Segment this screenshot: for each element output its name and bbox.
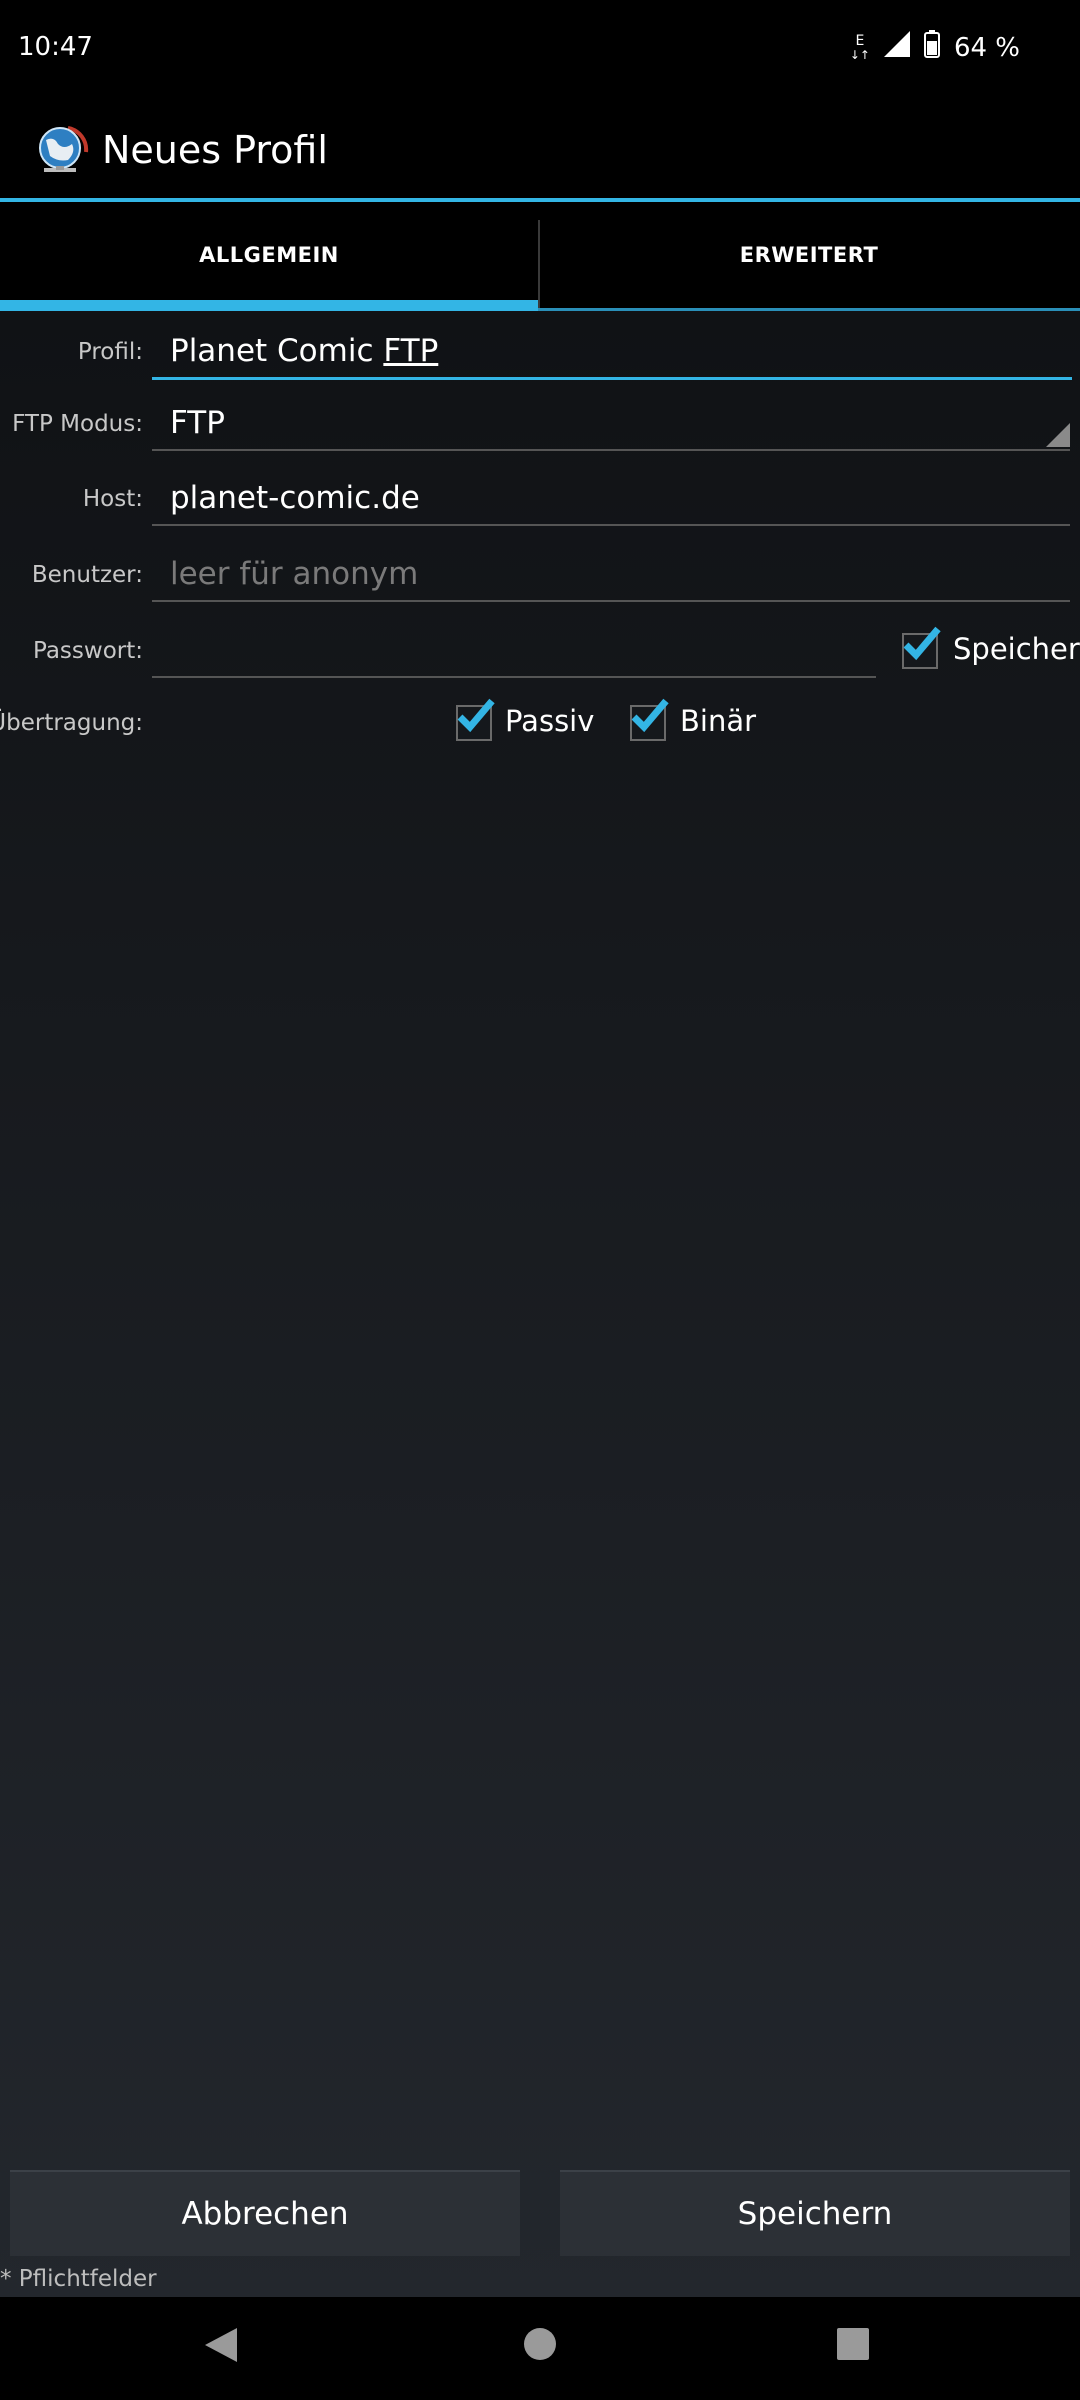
uebertragung-label: Übertragung: [0,710,143,736]
host-input[interactable]: planet-comic.de [152,464,1070,526]
passwort-label: Passwort: [32,638,143,664]
profile-form: Profil: Planet Comic FTP FTP Modus: FTP … [0,311,1080,2297]
profil-value: Planet Comic [170,333,384,369]
battery-percent: 64 % [953,32,1020,63]
status-time: 10:47 [18,32,93,62]
save-button[interactable]: Speichern [560,2170,1070,2256]
profil-input[interactable]: Planet Comic FTP [152,317,1072,380]
home-icon[interactable] [524,2328,556,2360]
checkmark-icon [631,698,669,733]
tab-bar: ALLGEMEIN ERWEITERT [0,202,1080,311]
battery-icon [923,30,940,65]
host-label: Host: [82,486,143,512]
binaer-label: Binär [680,704,757,738]
dropdown-arrow-icon [1046,423,1070,447]
ftp-modus-spinner[interactable]: FTP [152,389,1070,451]
back-icon[interactable] [205,2328,237,2366]
benutzer-label: Benutzer: [31,562,143,588]
speichern-checkbox[interactable] [902,626,941,669]
profil-label: Profil: [77,339,143,365]
system-nav-bar [0,2297,1080,2400]
passiv-label: Passiv [505,704,595,738]
required-fields-note: * Pflichtfelder [0,2266,157,2292]
recent-apps-icon[interactable] [837,2328,869,2360]
binaer-checkbox[interactable] [630,698,669,741]
tab-allgemein[interactable]: ALLGEMEIN [0,202,538,308]
network-type-icon: E ↓↑ [849,32,870,62]
passiv-checkbox[interactable] [456,698,495,741]
cancel-button[interactable]: Abbrechen [10,2170,520,2256]
checkmark-icon [457,698,495,733]
benutzer-input[interactable]: leer für anonym [152,540,1070,602]
status-bar: 10:47 E ↓↑ 64 % [0,0,1080,100]
page-title: Neues Profil [102,128,328,172]
benutzer-placeholder: leer für anonym [170,556,419,592]
app-globe-icon [28,122,94,178]
ftp-modus-value: FTP [170,405,225,441]
status-icons: E ↓↑ 64 % [850,30,1020,65]
tab-selected-indicator [0,300,538,311]
tab-erweitert[interactable]: ERWEITERT [540,202,1078,308]
profil-value-underlined: FTP [383,333,439,369]
signal-icon [883,31,910,64]
host-value: planet-comic.de [170,480,420,516]
checkmark-icon [903,626,941,661]
action-bar: Neues Profil [0,100,1080,202]
ftp-modus-label: FTP Modus: [12,411,143,437]
passwort-input[interactable] [152,616,876,678]
speichern-label: Speichern [953,632,1080,666]
